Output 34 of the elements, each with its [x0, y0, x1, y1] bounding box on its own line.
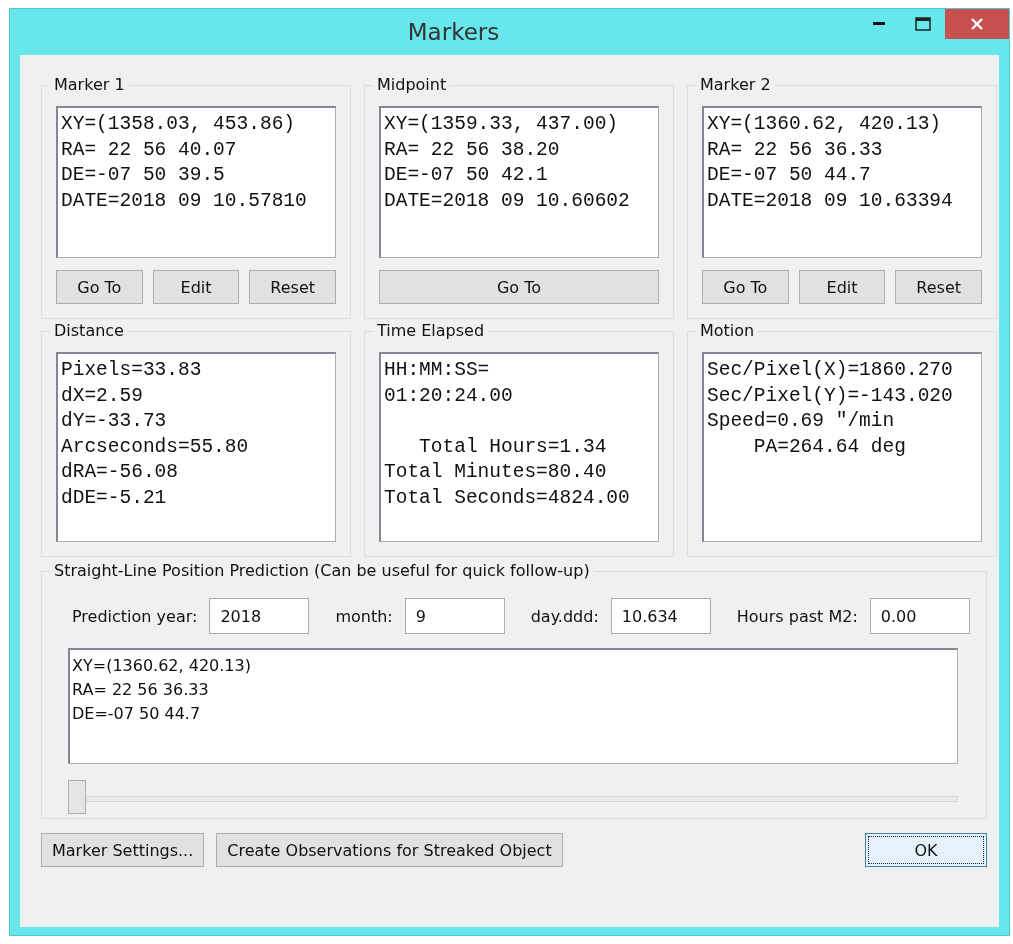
input-field[interactable]: 0.00 — [869, 598, 970, 634]
text-area[interactable]: HH:MM:SS= 01:20:24.00 Total Hours=1.34 Total Minutes=80.40 Total Seconds=4824.00 — [379, 352, 659, 542]
group-label: Time Elapsed — [373, 321, 489, 340]
button[interactable]: Go To — [702, 270, 789, 304]
close-button[interactable] — [945, 9, 1009, 39]
button[interactable]: Create Observations for Streaked Object — [216, 833, 563, 867]
text-area[interactable]: Sec/Pixel(X)=1860.270 Sec/Pixel(Y)=-143.020 Speed=0.69 "/min PA=264.64 deg — [702, 352, 982, 542]
text-area[interactable]: XY=(1360.62, 420.13) RA= 22 56 36.33 DE=-07 50 44.7 DATE=2018 09 10.63394 — [702, 106, 982, 258]
field-label: Hours past M2: — [736, 606, 858, 626]
close-icon[interactable] — [970, 17, 984, 31]
group-label: Midpoint — [373, 75, 451, 94]
maximize-icon[interactable] — [915, 17, 931, 31]
button[interactable]: OK — [865, 833, 987, 867]
button[interactable]: Reset — [895, 270, 982, 304]
button[interactable]: Go To — [379, 270, 659, 304]
button[interactable]: Go To — [56, 270, 143, 304]
window-title: Markers — [406, 19, 501, 45]
input-field[interactable]: 10.634 — [610, 598, 711, 634]
field-label: day.ddd: — [530, 606, 599, 626]
text-area[interactable]: XY=(1360.62, 420.13) RA= 22 56 36.33 DE=-07 50 44.7 — [68, 648, 958, 764]
field-label: month: — [335, 606, 393, 626]
field-label: Prediction year: — [72, 606, 198, 626]
text-area[interactable]: XY=(1358.03, 453.86) RA= 22 56 40.07 DE=-07 50 39.5 DATE=2018 09 10.57810 — [56, 106, 336, 258]
text-area[interactable]: XY=(1359.33, 437.00) RA= 22 56 38.20 DE=-07 50 42.1 DATE=2018 09 10.60602 — [379, 106, 659, 258]
group-label: Straight-Line Position Prediction (Can be useful for quick follow-up) — [50, 561, 594, 580]
button[interactable]: Edit — [798, 270, 886, 304]
minimize-icon[interactable] — [873, 22, 885, 26]
button[interactable]: Reset — [249, 270, 336, 304]
button[interactable]: Edit — [152, 270, 240, 304]
input-field[interactable]: 9 — [404, 598, 505, 634]
text-area[interactable]: Pixels=33.83 dX=2.59 dY=-33.73 Arcseconds=55.80 dRA=-56.08 dDE=-5.21 — [56, 352, 336, 542]
button[interactable]: Marker Settings... — [41, 833, 205, 867]
slider-thumb[interactable] — [68, 780, 86, 814]
input-field[interactable]: 2018 — [209, 598, 310, 634]
